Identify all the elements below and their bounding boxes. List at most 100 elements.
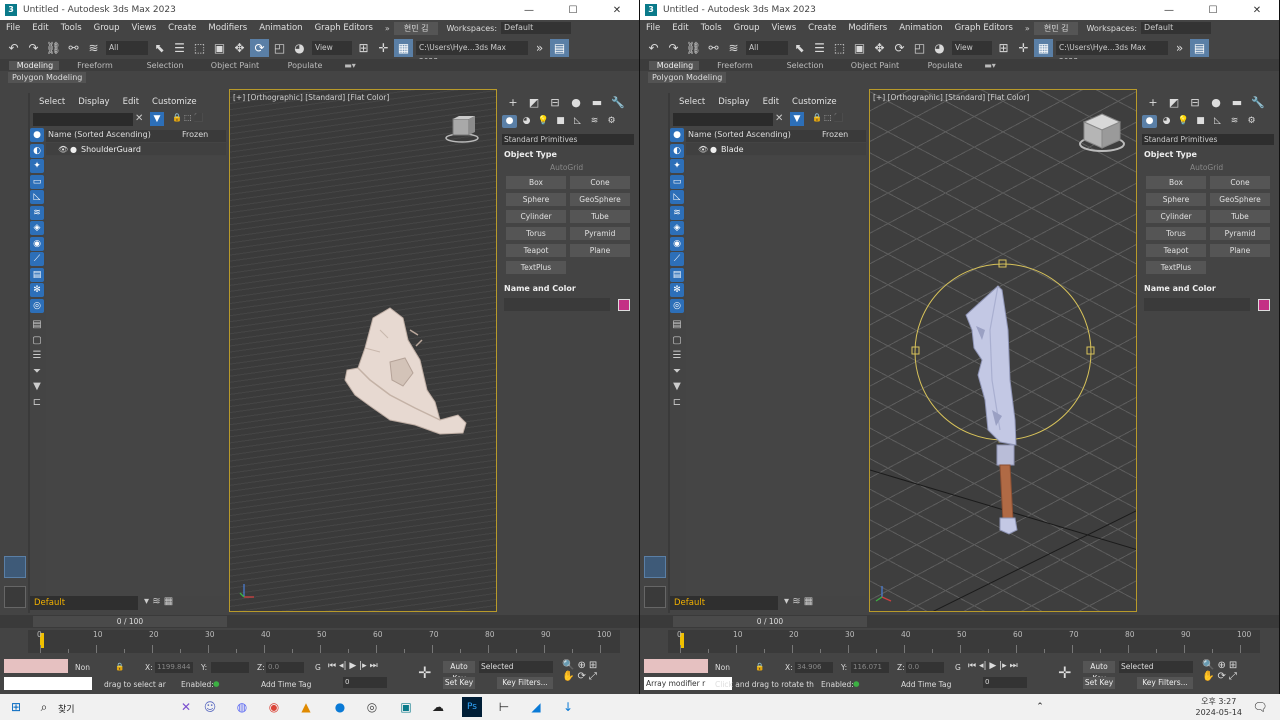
undo-icon[interactable]: ↶	[4, 39, 23, 57]
scene-menu-select[interactable]: Select	[39, 97, 65, 107]
viewport-orthographic[interactable]: [+] [Orthographic] [Standard] [Flat Colo…	[869, 89, 1137, 612]
ribbon-tab-modeling[interactable]: Modeling	[9, 60, 59, 70]
layer-dropdown[interactable]: Default	[670, 596, 778, 610]
region-select-icon[interactable]: ⬚	[190, 39, 209, 57]
filter-icon[interactable]: ▼	[790, 112, 804, 126]
photos-icon[interactable]: ▲	[296, 697, 316, 717]
track-bar[interactable]: 0 10 20 30 40 50 60 70 80 90 100	[668, 630, 1260, 653]
undo-icon[interactable]: ↶	[644, 39, 663, 57]
system-clock[interactable]: 오후 3:27 2024-05-14	[1196, 696, 1243, 718]
column-name[interactable]: Name (Sorted Ascending)	[686, 130, 814, 142]
menu-overflow-icon[interactable]: »	[385, 24, 390, 33]
sync-icon[interactable]: ⊏	[30, 396, 44, 410]
maxscript-listener[interactable]	[4, 659, 68, 673]
keyboard-shortcut-icon[interactable]: ▦	[1034, 39, 1053, 57]
sphere-button[interactable]: Sphere	[506, 193, 566, 206]
torus-button[interactable]: Torus	[506, 227, 566, 240]
layer-icon[interactable]: ▢	[670, 334, 684, 348]
object-color-swatch[interactable]	[618, 298, 630, 311]
polygon-modeling-label[interactable]: Polygon Modeling	[648, 72, 727, 83]
column-name[interactable]: Name (Sorted Ascending)	[46, 130, 174, 142]
ribbon-tab-populate[interactable]: Populate	[909, 61, 979, 70]
viewport-nav-icons[interactable]: 🔍⊕⊞ ✋⟳⤢	[1202, 660, 1240, 682]
teapot-button[interactable]: Teapot	[506, 244, 566, 257]
z-field[interactable]: 0.0	[906, 662, 944, 673]
menu-group[interactable]: Group	[88, 23, 126, 33]
tube-button[interactable]: Tube	[1210, 210, 1270, 223]
utilities-tab-icon[interactable]: 🔧	[609, 96, 627, 109]
box-button[interactable]: Box	[506, 176, 566, 189]
menu-file[interactable]: File	[0, 23, 26, 33]
shapes-category-icon[interactable]: ◕	[1159, 115, 1174, 128]
utilities-tab-icon[interactable]: 🔧	[1249, 96, 1267, 109]
lights-category-icon[interactable]: 💡	[536, 115, 551, 128]
rotate-icon[interactable]: ⟳	[890, 39, 909, 57]
cameras-category-icon[interactable]: ■	[553, 115, 568, 128]
scene-search-input[interactable]	[673, 113, 773, 126]
key-filters-button[interactable]: Key Filters...	[1137, 677, 1193, 689]
move-icon[interactable]: ✥	[870, 39, 889, 57]
ribbon-tab-freeform[interactable]: Freeform	[699, 61, 769, 70]
visibility-icon[interactable]: 👁	[58, 145, 70, 154]
filter-funnel-icon[interactable]: ▼	[30, 380, 44, 394]
lock-icon[interactable]: 🔒	[115, 662, 124, 671]
pinned-app-icon[interactable]: ✕	[176, 697, 196, 717]
textplus-button[interactable]: TextPlus	[1146, 261, 1206, 274]
y-field[interactable]	[211, 662, 249, 673]
scene-menu-customize[interactable]: Customize	[152, 97, 197, 107]
title-bar[interactable]: 3 Untitled - Autodesk 3ds Max 2023 — ☐ ✕	[640, 0, 1279, 20]
autogrid-checkbox[interactable]: AutoGrid	[550, 163, 636, 172]
filter-cameras-icon[interactable]: ▭	[670, 174, 684, 189]
window-crossing-icon[interactable]: ▣	[210, 39, 229, 57]
select-manipulate-icon[interactable]: ✛	[1014, 39, 1033, 57]
auto-key-button[interactable]: Auto Key	[1083, 661, 1115, 683]
filter-hidden-icon[interactable]: ◎	[670, 298, 684, 313]
bind-spacewarp-icon[interactable]: ≋	[724, 39, 743, 57]
filter-spacewarps-icon[interactable]: ≋	[670, 205, 684, 220]
close-button[interactable]: ✕	[595, 0, 639, 20]
object-color-swatch[interactable]	[1258, 298, 1270, 311]
pinned-app-icon[interactable]: ◎	[362, 697, 382, 717]
photoshop-icon[interactable]: Ps	[462, 697, 482, 717]
scene-menu-edit[interactable]: Edit	[123, 97, 139, 107]
filter-helpers-icon[interactable]: ◺	[30, 190, 44, 204]
geosphere-button[interactable]: GeoSphere	[1210, 193, 1270, 206]
filter-containers-icon[interactable]: ▤	[30, 267, 44, 282]
object-type-rollout[interactable]: Object Type	[504, 150, 632, 159]
filter-icon[interactable]: ▼	[150, 112, 164, 126]
enabled-toggle-icon[interactable]: ●	[213, 679, 220, 688]
window-crossing-icon[interactable]: ▣	[850, 39, 869, 57]
save-layout-icon[interactable]: ▤	[1190, 39, 1209, 57]
key-mode-dropdown[interactable]: Selected	[479, 661, 553, 673]
viewport-orthographic[interactable]: [+] [Orthographic] [Standard] [Flat Colo…	[229, 89, 497, 612]
set-key-button[interactable]: Set Key	[1083, 677, 1115, 689]
pinned-app-icon[interactable]: ↓	[558, 697, 578, 717]
menu-animation[interactable]: Animation	[253, 23, 308, 33]
blade-model[interactable]	[870, 90, 1137, 612]
menu-tools[interactable]: Tools	[55, 23, 88, 33]
cylinder-button[interactable]: Cylinder	[1146, 210, 1206, 223]
pinned-app-icon[interactable]: ⊢	[494, 697, 514, 717]
clear-search-icon[interactable]: ✕	[775, 113, 783, 124]
shoulder-guard-model[interactable]	[230, 90, 497, 612]
helpers-category-icon[interactable]: ◺	[1210, 115, 1225, 128]
display-tab-icon[interactable]: ▬	[588, 96, 606, 109]
sphere-button[interactable]: Sphere	[1146, 193, 1206, 206]
save-layout-icon[interactable]: ▤	[550, 39, 569, 57]
helpers-category-icon[interactable]: ◺	[570, 115, 585, 128]
ribbon-tab-selection[interactable]: Selection	[769, 61, 839, 70]
x-field[interactable]: 34.906	[795, 662, 833, 673]
filter-geometry-icon[interactable]: ●	[670, 128, 684, 142]
geometry-category-icon[interactable]: ●	[1142, 115, 1157, 128]
redo-icon[interactable]: ↷	[24, 39, 43, 57]
ribbon-tab-freeform[interactable]: Freeform	[59, 61, 129, 70]
filter-shapes-icon[interactable]: ◐	[30, 143, 44, 158]
workspace-dropdown[interactable]: Default	[1141, 22, 1212, 34]
selection-filter-dropdown[interactable]: All	[106, 41, 148, 55]
systems-category-icon[interactable]: ⚙	[1244, 115, 1259, 128]
scene-object-row[interactable]: 👁 ● ShoulderGuard	[46, 143, 226, 155]
list-icon[interactable]: ▤	[30, 318, 44, 332]
funnel-icon[interactable]: ⏷	[670, 365, 684, 379]
side-panel-toggle[interactable]	[4, 556, 26, 578]
modify-tab-icon[interactable]: ◩	[1165, 96, 1183, 109]
